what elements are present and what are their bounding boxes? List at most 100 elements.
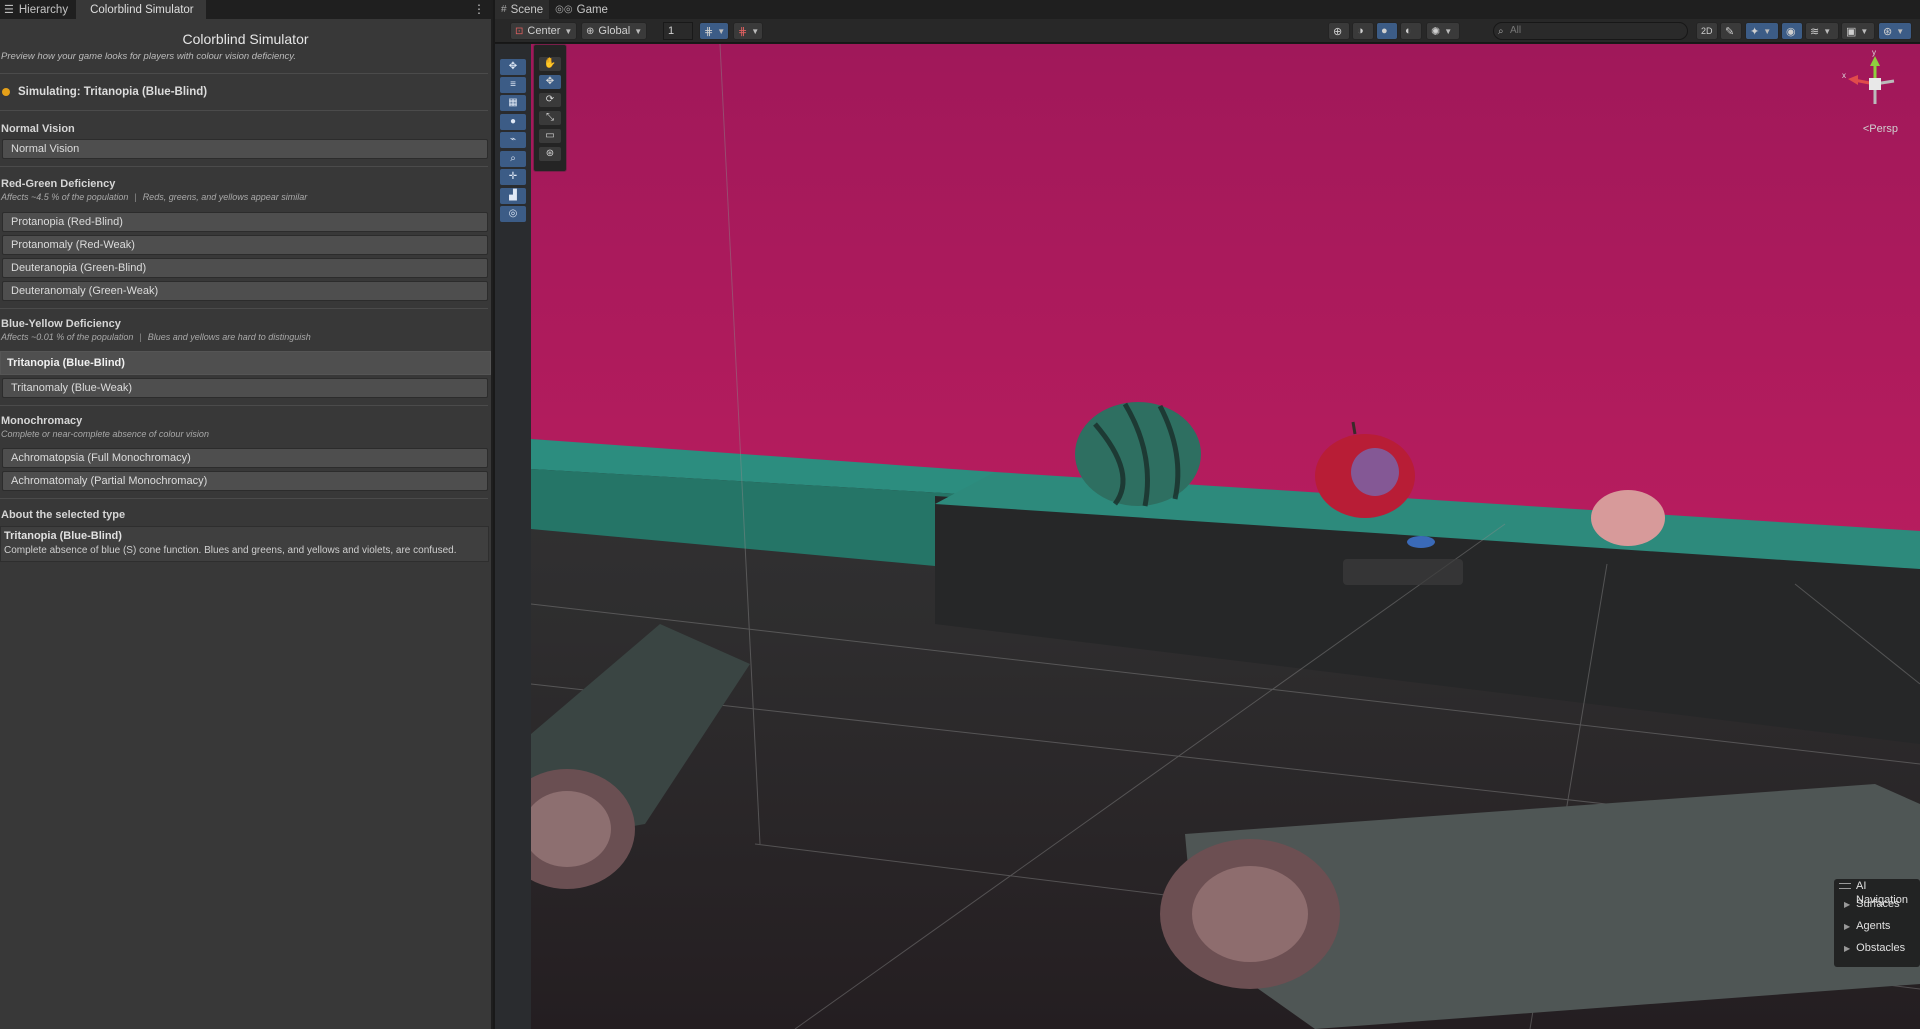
- about-title: Tritanopia (Blue-Blind): [4, 530, 122, 542]
- nav-item-label: Agents: [1856, 920, 1891, 932]
- sphere-tool-icon[interactable]: ●: [500, 114, 526, 130]
- option-tritanopia-selected[interactable]: Tritanopia (Blue-Blind): [0, 351, 491, 375]
- option-tritanomaly[interactable]: Tritanomaly (Blue-Weak): [2, 378, 488, 398]
- effects-dropdown[interactable]: ✦ ▼: [1745, 22, 1779, 40]
- camera-settings-dropdown[interactable]: ▣ ▼: [1841, 22, 1875, 40]
- option-normal-vision[interactable]: Normal Vision: [2, 139, 488, 159]
- tab-hierarchy[interactable]: ☰ Hierarchy: [0, 0, 76, 19]
- tab-hierarchy-label: Hierarchy: [18, 3, 69, 16]
- simulation-status: Simulating: Tritanopia (Blue-Blind): [0, 74, 491, 110]
- lighting-toggle[interactable]: ✎: [1720, 22, 1742, 40]
- search-icon: ⌕: [1498, 26, 1504, 37]
- about-description: Complete absence of blue (S) cone functi…: [4, 545, 457, 556]
- chevron-down-icon: ▼: [1763, 26, 1772, 36]
- rotate-tool-icon[interactable]: ⟳: [539, 93, 561, 107]
- option-deuteranomaly[interactable]: Deuteranomaly (Green-Weak): [2, 281, 488, 301]
- toggle-2d-button[interactable]: 2D: [1696, 22, 1718, 40]
- hierarchy-search-field[interactable]: ⌕ All: [1493, 22, 1688, 40]
- align-tool-icon[interactable]: ≡: [500, 77, 526, 93]
- sun-icon: ✺: [1431, 25, 1441, 38]
- expand-arrow-icon: ▶: [1844, 900, 1851, 909]
- chevron-down-icon: ▼: [1860, 26, 1869, 36]
- compass-tool-icon[interactable]: ◎: [500, 206, 526, 222]
- gizmo-y-label: y: [1872, 48, 1876, 57]
- option-protanopia[interactable]: Protanopia (Red-Blind): [2, 212, 488, 232]
- tab-game-label: Game: [576, 3, 608, 16]
- section-monochromacy-note: Complete or near-complete absence of col…: [1, 429, 209, 439]
- nav-item-label: Obstacles: [1856, 942, 1906, 954]
- move-tool-icon[interactable]: ✥: [539, 75, 561, 89]
- grid-snap-icon: ⋕: [704, 25, 714, 38]
- tab-game[interactable]: ◎◎ Game: [549, 0, 614, 19]
- projection-toggle[interactable]: <Persp: [1863, 123, 1898, 135]
- hand-tool-icon[interactable]: ✋: [539, 57, 561, 71]
- scene-render[interactable]: [495, 44, 1920, 1029]
- grid-size-field[interactable]: 1: [663, 22, 693, 40]
- terrain-tool-icon[interactable]: ⌁: [500, 132, 526, 148]
- tab-colorblind-simulator[interactable]: Colorblind Simulator: [76, 0, 206, 19]
- chevron-down-icon: ▼: [564, 26, 573, 36]
- status-dot-icon: [2, 88, 10, 96]
- section-normal-heading: Normal Vision: [1, 123, 75, 135]
- ai-navigation-overlay: AI Navigation ▶ Surfaces ▶ Agents ▶ Obstacl…: [1834, 879, 1920, 967]
- scene-toolbar: ⊡ Center ▼ ⊕ Global ▼ 1 ⋕ ▼ ⋕ ▼ ⊕ ◑ ● ◐ ✺ ▼ ⌕…: [495, 19, 1920, 43]
- scale-tool-icon[interactable]: ⤡: [539, 111, 561, 125]
- paint-tool-icon[interactable]: ▟: [500, 188, 526, 204]
- section-blue-yellow-note: Affects ~0.01 % of the population | Blues …: [0, 331, 491, 343]
- section-red-green-heading: Red-Green Deficiency: [1, 178, 116, 190]
- panel-subtitle: Preview how your game looks for players …: [1, 51, 296, 62]
- 2d-icon: 2D: [1701, 26, 1713, 36]
- transform-toolbox: ✋ ✥ ⟳ ⤡ ▭ ⊛: [533, 44, 567, 172]
- layers-dropdown[interactable]: ≋ ▼: [1805, 22, 1839, 40]
- separator-bar: |: [134, 192, 137, 202]
- chevron-down-icon: ▼: [1896, 26, 1905, 36]
- tab-colorblind-simulator-label: Colorblind Simulator: [90, 3, 194, 16]
- nav-item-obstacles[interactable]: ▶ Obstacles: [1834, 937, 1920, 959]
- space-label: Global: [598, 25, 631, 37]
- nav-item-label: Surfaces: [1856, 898, 1900, 910]
- transform-tool-icon[interactable]: ✛: [500, 169, 526, 185]
- more-options-icon[interactable]: ⋮: [473, 2, 485, 16]
- red-green-note: Reds, greens, and yellows appear similar: [142, 192, 308, 202]
- orientation-gizmo[interactable]: y x: [1840, 48, 1910, 118]
- pivot-dropdown[interactable]: ⊡ Center ▼: [510, 22, 578, 40]
- pivot-icon: ⊡: [515, 25, 524, 37]
- nav-item-agents[interactable]: ▶ Agents: [1834, 915, 1920, 937]
- scene-panel: # Scene ◎◎ Game ⊡ Center ▼ ⊕ Global ▼ 1 ⋕ ▼…: [495, 0, 1920, 1029]
- option-achromatopsia[interactable]: Achromatopsia (Full Monochromacy): [2, 448, 488, 468]
- search-tool-icon[interactable]: ⌕: [500, 151, 526, 167]
- section-monochromacy-heading: Monochromacy: [1, 415, 83, 427]
- gizmos-dropdown[interactable]: ⊛ ▼: [1878, 22, 1912, 40]
- about-box: Tritanopia (Blue-Blind) Complete absence…: [0, 526, 489, 562]
- increment-snap-toggle[interactable]: ⋕ ▼: [733, 22, 763, 40]
- scene-viewport[interactable]: ✥ ≡ ▦ ● ⌁ ⌕ ✛ ▟ ◎ ✋ ✥ ⟳ ⤡ ▭ ⊛ y x <Persp…: [495, 44, 1920, 1029]
- grid-snap-toggle[interactable]: ⋕ ▼: [699, 22, 729, 40]
- drag-handle-icon[interactable]: [1839, 883, 1851, 889]
- chevron-down-icon: ▼: [717, 26, 726, 36]
- transform-all-tool-icon[interactable]: ⊛: [539, 147, 561, 161]
- chevron-down-icon: ▼: [751, 26, 760, 36]
- wireframe-mode-button[interactable]: ⊕: [1328, 22, 1350, 40]
- tab-scene[interactable]: # Scene: [495, 0, 550, 19]
- search-placeholder: All: [1510, 25, 1522, 36]
- blue-yellow-affects: Affects ~0.01 % of the population: [1, 332, 134, 342]
- unlit-mode-button[interactable]: ◐: [1400, 22, 1422, 40]
- space-dropdown[interactable]: ⊕ Global ▼: [581, 22, 648, 40]
- option-protanomaly[interactable]: Protanomaly (Red-Weak): [2, 235, 488, 255]
- left-tab-bar: ☰ Hierarchy Colorblind Simulator ⋮: [0, 0, 491, 19]
- rect-tool-icon[interactable]: ▭: [539, 129, 561, 143]
- projection-label: Persp: [1869, 123, 1898, 135]
- move-tool-icon[interactable]: ✥: [500, 59, 526, 75]
- shaded-wireframe-button[interactable]: ◑: [1352, 22, 1374, 40]
- layers-icon: ≋: [1810, 25, 1820, 38]
- shaded-mode-button[interactable]: ●: [1376, 22, 1398, 40]
- grid-tool-icon[interactable]: ▦: [500, 95, 526, 111]
- simulation-status-label: Simulating: Tritanopia (Blue-Blind): [18, 86, 208, 98]
- shaded-wireframe-icon: ◑: [1357, 25, 1364, 37]
- scene-visibility-toggle[interactable]: ◉: [1781, 22, 1803, 40]
- ai-navigation-header[interactable]: AI Navigation: [1834, 879, 1920, 906]
- option-achromatomaly[interactable]: Achromatomaly (Partial Monochromacy): [2, 471, 488, 491]
- debug-draw-dropdown[interactable]: ✺ ▼: [1426, 22, 1460, 40]
- panel-title: Colorblind Simulator: [182, 31, 309, 47]
- option-deuteranopia[interactable]: Deuteranopia (Green-Blind): [2, 258, 488, 278]
